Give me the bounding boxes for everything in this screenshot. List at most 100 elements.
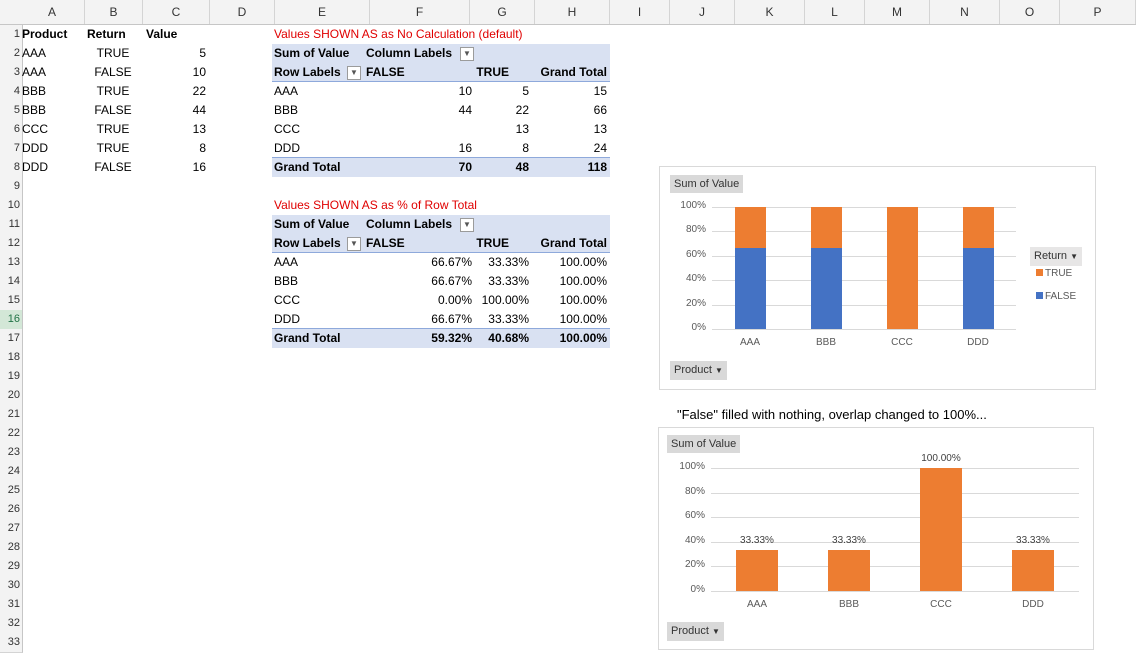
column-header-p[interactable]: P [1060, 0, 1136, 24]
chart1-product-button[interactable]: Product ▼ [670, 361, 727, 380]
pivot2-row-labels: Row Labels [274, 236, 341, 250]
chart1-legend-filter-button[interactable]: Return ▼ [1030, 247, 1083, 266]
source-value-cell: 16 [192, 160, 206, 174]
data-label: 33.33% [1016, 535, 1050, 546]
row-header-31[interactable]: 31 [0, 595, 23, 615]
row-header-28[interactable]: 28 [0, 538, 23, 558]
column-header-h[interactable]: H [535, 0, 610, 24]
row-header-27[interactable]: 27 [0, 519, 23, 539]
column-header-c[interactable]: C [143, 0, 210, 24]
row-header-18[interactable]: 18 [0, 348, 23, 368]
y-tick-label: 60% [685, 248, 706, 260]
pivot2-false-cell: 0.00% [437, 293, 472, 307]
row-header-15[interactable]: 15 [0, 291, 23, 311]
row-header-8[interactable]: 8 [0, 158, 23, 178]
pivot1-total-grand: 118 [587, 160, 607, 174]
pivot1-column-labels: Column Labels [366, 46, 453, 60]
row-header-1[interactable]: 1 [0, 25, 23, 45]
source-return-cell: TRUE [96, 46, 130, 60]
source-value-cell: 8 [199, 141, 206, 155]
bar-true-ccc[interactable] [886, 207, 918, 329]
row-header-2[interactable]: 2 [0, 44, 23, 64]
pivot1-col-total: Grand Total [540, 65, 607, 79]
column-header-m[interactable]: M [865, 0, 930, 24]
row-header-6[interactable]: 6 [0, 120, 23, 140]
row-header-23[interactable]: 23 [0, 443, 23, 463]
pivot1-row-filter-button[interactable]: ▼ [347, 66, 361, 80]
column-header-n[interactable]: N [930, 0, 1000, 24]
row-header-32[interactable]: 32 [0, 614, 23, 634]
y-tick-label: 80% [685, 224, 706, 236]
pivot2-total-cell: 100.00% [559, 312, 607, 326]
legend-item-true: TRUE [1036, 268, 1072, 279]
column-header-k[interactable]: K [735, 0, 805, 24]
pivot1-total-cell: 66 [593, 103, 607, 117]
row-header-4[interactable]: 4 [0, 82, 23, 102]
legend-swatch-true [1036, 269, 1043, 276]
pivot2-total-false: 59.32% [431, 331, 472, 345]
column-header-o[interactable]: O [1000, 0, 1060, 24]
column-header-f[interactable]: F [370, 0, 470, 24]
row-header-3[interactable]: 3 [0, 63, 23, 83]
row-header-9[interactable]: 9 [0, 177, 23, 197]
pivot2-total-cell: 100.00% [559, 255, 607, 269]
source-return-cell: TRUE [96, 141, 130, 155]
row-header-26[interactable]: 26 [0, 500, 23, 520]
chart2-field-button[interactable]: Sum of Value [667, 435, 741, 453]
column-header-a[interactable]: A [20, 0, 85, 24]
pivot2-total-true: 40.68% [488, 331, 529, 345]
bar-ddd[interactable] [1012, 550, 1054, 591]
row-header-14[interactable]: 14 [0, 272, 23, 292]
row-header-29[interactable]: 29 [0, 557, 23, 577]
row-header-22[interactable]: 22 [0, 424, 23, 444]
row-header-11[interactable]: 11 [0, 215, 23, 235]
row-header-24[interactable]: 24 [0, 462, 23, 482]
bar-ccc[interactable] [920, 468, 962, 591]
bar-false-ddd[interactable] [962, 247, 994, 329]
bar-true-aaa[interactable] [734, 207, 766, 248]
row-header-16[interactable]: 16 [0, 310, 23, 330]
pivot2-row-filter-button[interactable]: ▼ [347, 237, 361, 251]
pivot1-corner: Sum of Value [274, 46, 350, 60]
column-header-j[interactable]: J [670, 0, 735, 24]
pivot1-column-filter-button[interactable]: ▼ [460, 47, 474, 61]
bar-true-bbb[interactable] [810, 207, 842, 248]
row-header-13[interactable]: 13 [0, 253, 23, 273]
row-header-30[interactable]: 30 [0, 576, 23, 596]
chart1-field-button[interactable]: Sum of Value [670, 175, 744, 193]
chart2-product-button[interactable]: Product ▼ [667, 622, 724, 641]
bar-false-bbb[interactable] [810, 247, 842, 329]
column-header-i[interactable]: I [610, 0, 670, 24]
row-header-10[interactable]: 10 [0, 196, 23, 216]
pivot-chart-overlap[interactable]: Sum of Value Product ▼ 0% 20% 40% 60% 80% 100… [658, 427, 1094, 650]
bar-bbb[interactable] [828, 550, 870, 591]
pivot1-col-true: TRUE [476, 65, 509, 79]
legend-swatch-false [1036, 292, 1043, 299]
pivot2-total-cell: 100.00% [559, 274, 607, 288]
pivot2-col-false: FALSE [366, 236, 405, 250]
column-header-d[interactable]: D [210, 0, 275, 24]
row-header-17[interactable]: 17 [0, 329, 23, 349]
row-header-20[interactable]: 20 [0, 386, 23, 406]
bar-aaa[interactable] [736, 550, 778, 591]
bar-false-aaa[interactable] [734, 247, 766, 329]
pivot2-column-filter-button[interactable]: ▼ [460, 218, 474, 232]
column-header-e[interactable]: E [275, 0, 370, 24]
bar-true-ddd[interactable] [962, 207, 994, 248]
row-header-5[interactable]: 5 [0, 101, 23, 121]
column-header-l[interactable]: L [805, 0, 865, 24]
row-header-25[interactable]: 25 [0, 481, 23, 501]
row-header-12[interactable]: 12 [0, 234, 23, 254]
pivot1-total-true: 48 [515, 160, 529, 174]
pivot1-row-label: BBB [274, 103, 299, 117]
row-header-19[interactable]: 19 [0, 367, 23, 387]
pivot1-total-false: 70 [458, 160, 472, 174]
pivot1-row-labels: Row Labels [274, 65, 341, 79]
column-header-b[interactable]: B [85, 0, 143, 24]
row-header-7[interactable]: 7 [0, 139, 23, 159]
row-header-33[interactable]: 33 [0, 633, 23, 653]
column-header-g[interactable]: G [470, 0, 535, 24]
row-header-21[interactable]: 21 [0, 405, 23, 425]
pivot-chart-stacked[interactable]: Sum of Value Product ▼ Return ▼ TRUE FAL… [659, 166, 1096, 390]
source-value-cell: 44 [192, 103, 206, 117]
